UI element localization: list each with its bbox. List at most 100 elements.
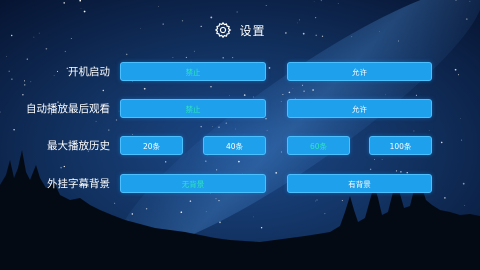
star — [253, 216, 254, 218]
star — [303, 90, 305, 93]
subtitle-background-label: 外挂字幕背景 — [47, 178, 110, 190]
star — [210, 86, 212, 88]
star — [381, 158, 383, 160]
star — [132, 134, 134, 135]
star — [185, 56, 187, 58]
star — [265, 117, 267, 120]
star — [243, 94, 246, 96]
star — [145, 208, 148, 210]
star — [180, 211, 183, 213]
star — [6, 56, 7, 57]
star — [428, 130, 430, 132]
max-history-60-button[interactable]: 60条 — [287, 136, 350, 155]
star — [229, 95, 230, 96]
star — [45, 47, 48, 50]
autoplay-last-allow-button[interactable]: 允许 — [287, 99, 432, 118]
star — [189, 200, 192, 202]
star — [95, 120, 97, 122]
star — [464, 205, 466, 206]
star — [469, 0, 471, 2]
max-history-label: 最大播放历史 — [47, 140, 110, 152]
star — [172, 57, 174, 59]
star — [461, 139, 463, 141]
star — [292, 88, 294, 89]
star — [212, 126, 213, 127]
star — [80, 8, 82, 9]
star — [275, 172, 278, 174]
star — [313, 1, 315, 3]
star — [316, 199, 318, 201]
star — [280, 101, 282, 102]
star — [236, 11, 238, 13]
star — [282, 94, 284, 95]
star — [460, 118, 461, 119]
subtitle-with-background-button[interactable]: 有背景 — [287, 174, 432, 193]
star — [235, 128, 236, 130]
star — [337, 3, 339, 4]
star — [341, 200, 343, 202]
star — [22, 94, 24, 96]
boot-start-deny-button[interactable]: 禁止 — [120, 62, 266, 81]
boot-start-label: 开机启动 — [68, 66, 110, 78]
star — [315, 200, 316, 202]
star — [265, 5, 267, 6]
star — [454, 68, 457, 71]
settings-header: 设置 — [0, 18, 480, 42]
star — [200, 125, 202, 128]
autoplay-last-deny-button[interactable]: 禁止 — [120, 99, 266, 118]
star — [457, 74, 460, 76]
star — [60, 166, 62, 169]
star — [131, 213, 133, 215]
star — [440, 141, 443, 144]
star — [222, 57, 224, 59]
star — [218, 199, 220, 202]
star — [64, 50, 66, 53]
star — [143, 87, 146, 90]
star — [165, 161, 167, 163]
boot-start-allow-button[interactable]: 允许 — [287, 62, 432, 81]
star — [63, 2, 65, 4]
max-history-20-button[interactable]: 20条 — [120, 136, 183, 155]
autoplay-last-label: 自动播放最后观看 — [26, 103, 110, 115]
star — [158, 6, 159, 7]
star — [374, 159, 375, 160]
star — [225, 122, 228, 124]
star — [266, 130, 268, 131]
star — [413, 130, 415, 132]
star — [219, 221, 221, 224]
max-history-100-button[interactable]: 100条 — [369, 136, 432, 155]
star — [13, 128, 15, 131]
star — [83, 10, 86, 13]
max-history-40-button[interactable]: 40条 — [203, 136, 266, 155]
star — [462, 182, 465, 185]
star — [102, 89, 105, 92]
star — [115, 119, 118, 121]
star — [125, 53, 128, 56]
star — [215, 198, 217, 200]
star — [63, 165, 65, 168]
star — [24, 84, 26, 86]
star — [280, 151, 283, 153]
star — [312, 89, 314, 91]
star — [205, 160, 207, 162]
star — [205, 211, 207, 213]
star — [232, 57, 234, 59]
star — [127, 219, 129, 221]
star — [216, 169, 218, 171]
star — [193, 50, 195, 52]
star — [253, 96, 254, 98]
star — [395, 170, 398, 172]
star — [238, 160, 240, 163]
star — [444, 197, 446, 199]
star — [288, 91, 291, 94]
subtitle-no-background-button[interactable]: 无背景 — [120, 174, 266, 193]
star — [26, 58, 28, 60]
star — [384, 94, 386, 96]
page-title: 设置 — [239, 23, 266, 38]
star — [369, 168, 372, 171]
gear-icon — [215, 21, 232, 39]
star — [302, 84, 304, 86]
star — [320, 0, 322, 2]
star — [108, 129, 110, 131]
star — [260, 227, 263, 229]
